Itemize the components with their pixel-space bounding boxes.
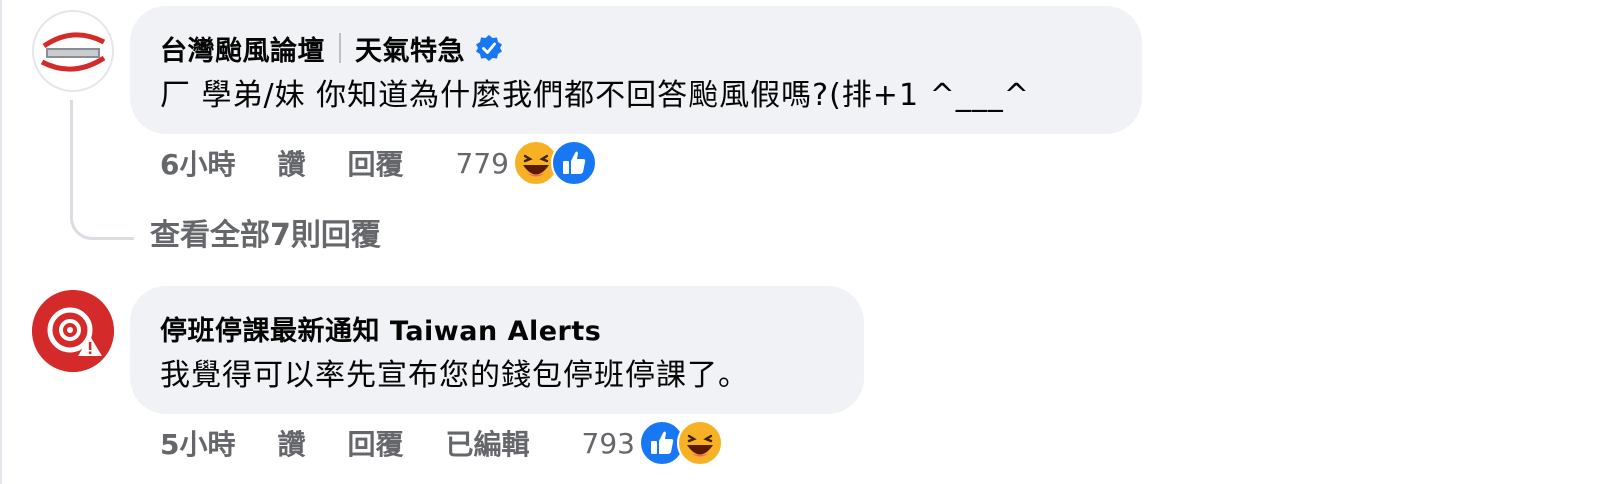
reply-button[interactable]: 回覆 <box>348 143 404 183</box>
comment-text: 厂 學弟/妹 你知道為什麼我們都不回答颱風假嗎?(排+1 ^___^ <box>160 78 1030 113</box>
like-button[interactable]: 讚 <box>277 143 305 183</box>
reaction-icons[interactable] <box>638 420 723 466</box>
comment-author-tag[interactable]: 天氣特急 <box>355 29 465 68</box>
verified-badge-icon <box>475 34 503 62</box>
reaction-count[interactable]: 793 <box>582 427 635 460</box>
comment-bubble: 停班停課最新通知 Taiwan Alerts 我覺得可以率先宣布您的錢包停班停課… <box>130 286 864 414</box>
panel-left-border <box>0 0 2 484</box>
comment-author[interactable]: 停班停課最新通知 Taiwan Alerts <box>160 309 601 348</box>
author-divider <box>339 33 341 63</box>
view-all-replies-link[interactable]: 查看全部7則回覆 <box>150 210 381 254</box>
comment-actions: 5小時 讚 回覆 已編輯 793 <box>160 418 723 468</box>
edited-label[interactable]: 已編輯 <box>446 423 530 463</box>
comment-bubble: 台灣颱風論壇 天氣特急 厂 學弟/妹 你知道為什麼我們都不回答颱風假嗎?(排+1… <box>130 6 1142 134</box>
reaction-count[interactable]: 779 <box>456 147 509 180</box>
like-icon <box>550 140 597 186</box>
comment-actions: 6小時 讚 回覆 779 <box>160 138 597 188</box>
comment-timestamp[interactable]: 5小時 <box>160 423 235 463</box>
comment-timestamp[interactable]: 6小時 <box>160 143 235 183</box>
reply-button[interactable]: 回覆 <box>348 423 404 463</box>
avatar-taiwan-alerts[interactable] <box>32 290 114 372</box>
reply-thread-connector <box>70 100 134 240</box>
comment-text: 我覺得可以率先宣布您的錢包停班停課了。 <box>160 358 749 393</box>
like-button[interactable]: 讚 <box>277 423 305 463</box>
reaction-icons[interactable] <box>512 140 597 186</box>
avatar-typhoon-forum[interactable] <box>32 10 114 92</box>
haha-icon <box>676 420 723 466</box>
comment-author[interactable]: 台灣颱風論壇 <box>160 29 325 68</box>
